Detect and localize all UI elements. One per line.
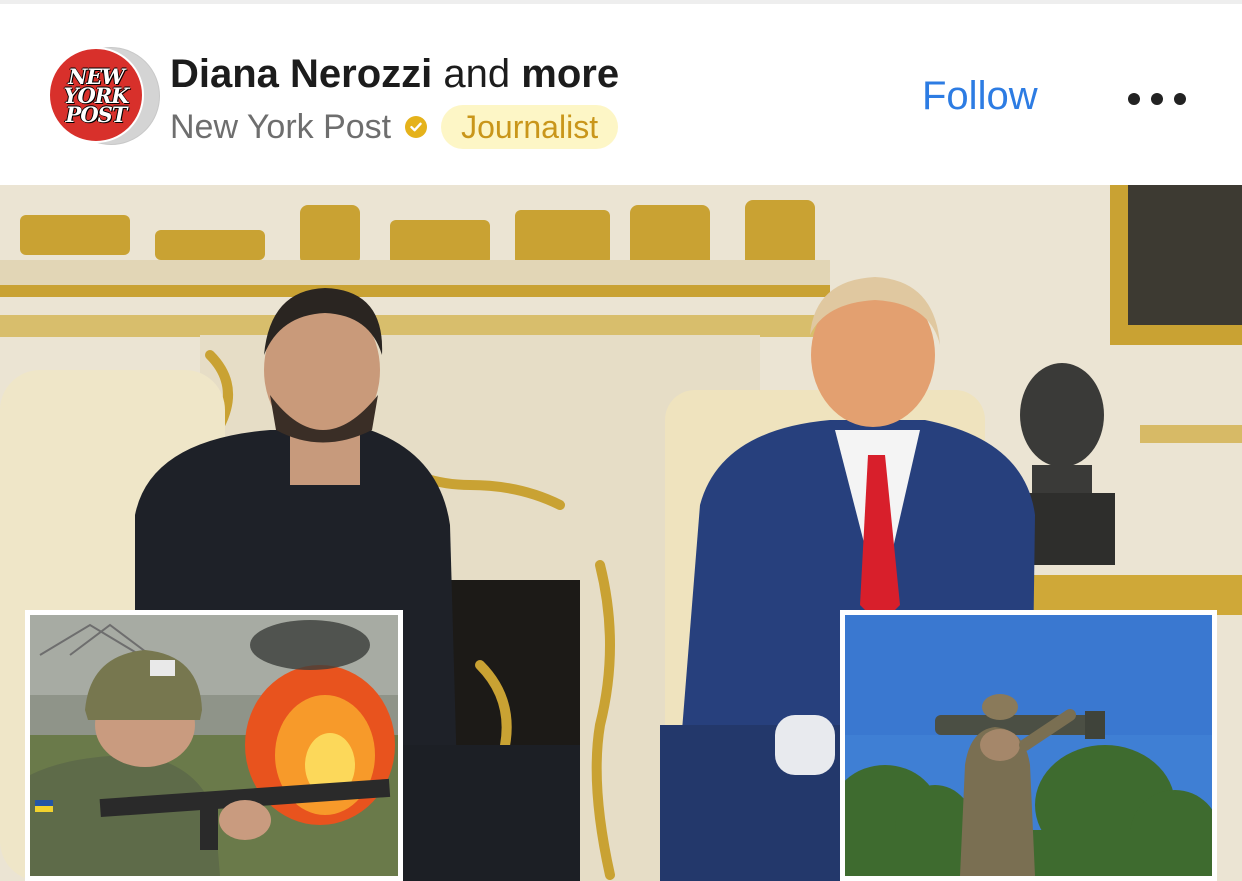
post-author-title[interactable]: Diana Nerozzi and more	[170, 52, 619, 97]
follow-button[interactable]: Follow	[922, 74, 1038, 119]
post-image[interactable]	[0, 185, 1242, 881]
publisher-avatar[interactable]: NEW YORK POST	[48, 47, 160, 145]
more-authors[interactable]: more	[521, 52, 619, 96]
inset-photo-soldier-launcher[interactable]	[840, 610, 1217, 881]
verified-check-icon	[405, 116, 428, 138]
inset-photo-soldier-fire[interactable]	[25, 610, 403, 881]
new-york-post-logo: NEW YORK POST	[48, 47, 144, 143]
author-name[interactable]: Diana Nerozzi	[170, 52, 432, 96]
inset-illustration-1	[30, 615, 398, 876]
post-subtitle: New York Post Journalist	[170, 104, 619, 150]
journalist-badge: Journalist	[441, 105, 619, 149]
more-horizontal-icon[interactable]	[1128, 88, 1186, 110]
post-header: NEW YORK POST Diana Nerozzi and more New…	[0, 4, 1242, 185]
inset-illustration-2	[845, 615, 1212, 876]
and-text: and	[443, 52, 511, 96]
source-name[interactable]: New York Post	[170, 108, 391, 147]
